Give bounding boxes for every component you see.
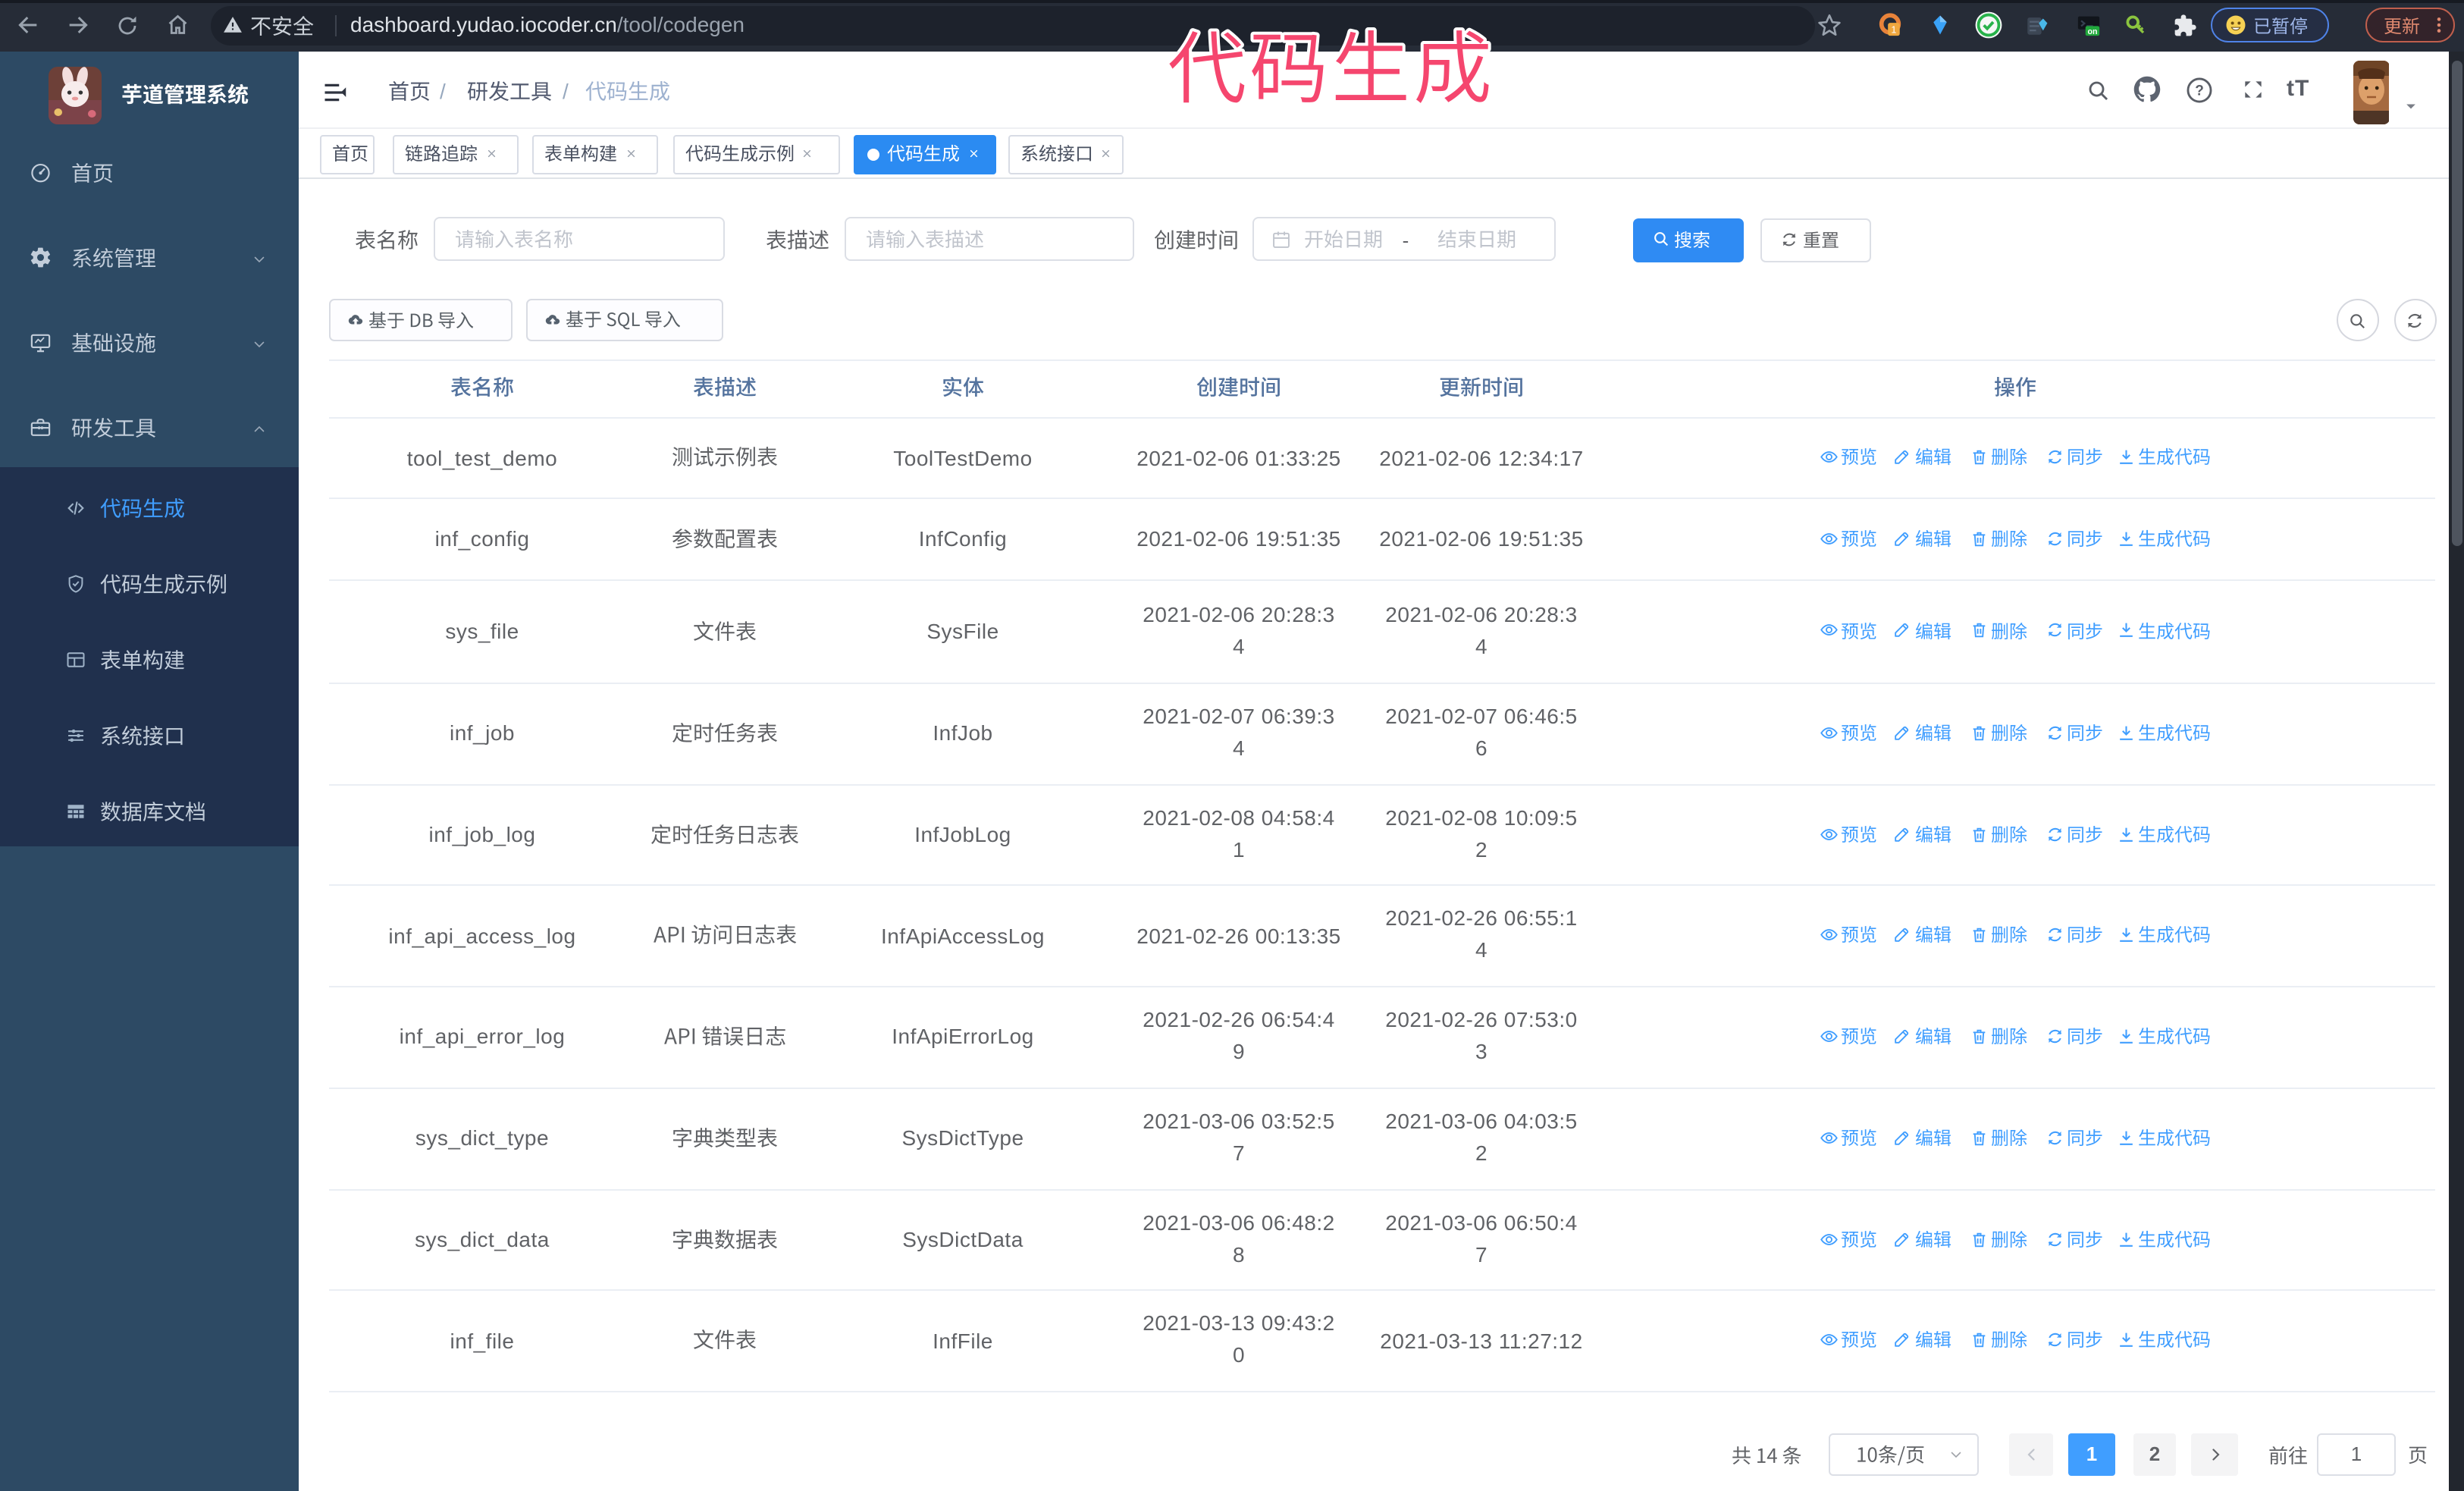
svg-text:?: ? (2194, 83, 2203, 99)
svg-text:1: 1 (1890, 24, 1895, 36)
svg-text:on: on (2086, 27, 2096, 36)
